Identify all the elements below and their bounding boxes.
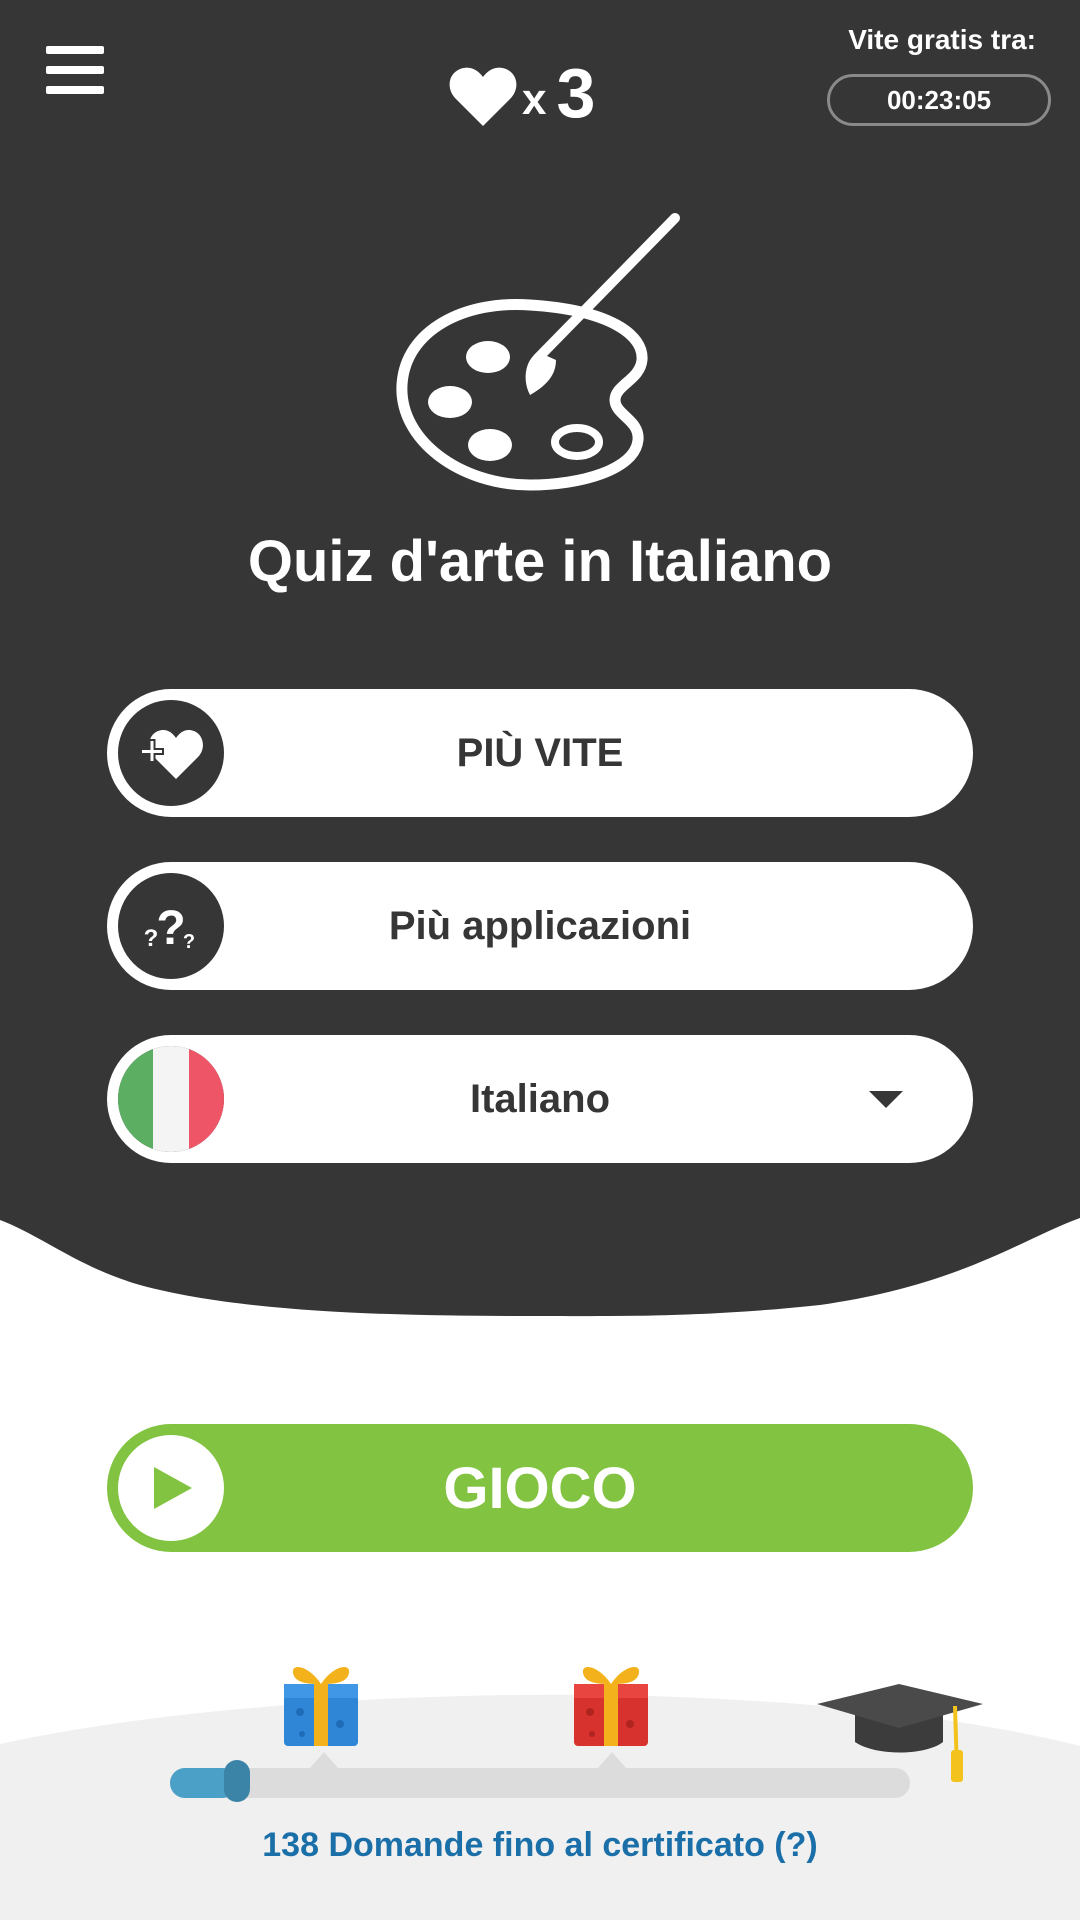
- page-title: Quiz d'arte in Italiano: [247, 529, 833, 594]
- free-lives-timer: 00:23:05: [827, 74, 1051, 126]
- more-lives-icon-circle: [118, 700, 224, 806]
- top-panel: x 3 Vite gratis tra: 00:23:05 Quiz d'art…: [0, 0, 1080, 1320]
- milestone-tick: [310, 1752, 338, 1768]
- svg-text:?: ?: [144, 925, 159, 952]
- gift-blue-icon: [284, 1666, 358, 1746]
- hamburger-menu-icon[interactable]: [46, 46, 104, 94]
- gift-red-icon: [574, 1666, 648, 1746]
- flag-stripe-red: [188, 1046, 224, 1152]
- more-apps-label: Più applicazioni: [388, 903, 692, 948]
- question-marks-icon: ? ? ?: [144, 902, 195, 955]
- svg-text:?: ?: [183, 931, 195, 953]
- play-icon-circle: [118, 1435, 224, 1541]
- language-select[interactable]: Italiano: [107, 1035, 973, 1163]
- more-apps-icon-circle: ? ? ?: [118, 873, 224, 979]
- free-lives-label: Vite gratis tra:: [848, 24, 1036, 55]
- italy-flag-icon: [118, 1046, 224, 1152]
- language-label: Italiano: [469, 1076, 611, 1121]
- palette-brush-icon: [396, 213, 680, 491]
- flag-stripe-green: [118, 1046, 154, 1152]
- svg-text:?: ?: [156, 902, 185, 955]
- heart-icon: [449, 67, 517, 126]
- certificate-progress-bar: [170, 1760, 910, 1802]
- progress-knob: [223, 1760, 250, 1802]
- more-apps-button[interactable]: ? ? ? Più applicazioni: [107, 862, 973, 990]
- lives-counter: x 3: [448, 48, 595, 128]
- more-lives-label: PIÙ VITE: [456, 730, 624, 775]
- milestone-tick: [598, 1752, 626, 1768]
- certificate-progress-caption[interactable]: 138 Domande fino al certificato (?): [0, 1826, 1080, 1865]
- lives-count: 3: [556, 54, 596, 132]
- play-label: GIOCO: [443, 1455, 637, 1521]
- flag-stripe-white: [153, 1046, 189, 1152]
- lives-multiplier: x: [522, 75, 547, 124]
- more-lives-button[interactable]: PIÙ VITE: [107, 689, 973, 817]
- chevron-down-icon: [869, 1091, 903, 1108]
- play-icon: [154, 1467, 192, 1509]
- play-button[interactable]: GIOCO: [107, 1424, 973, 1552]
- heart-plus-icon: [140, 729, 203, 779]
